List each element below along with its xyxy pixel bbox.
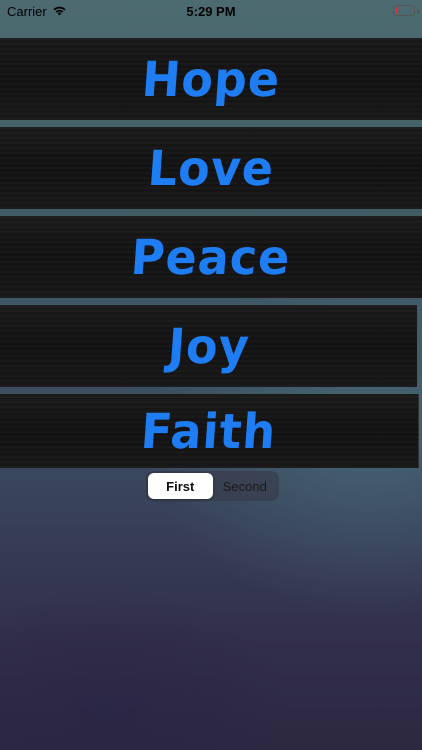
status-bar: Carrier 5:29 PM: [0, 0, 422, 22]
word-row-faith[interactable]: Faith: [0, 394, 419, 468]
word-label: Hope: [139, 50, 283, 108]
segment-second[interactable]: Second: [213, 473, 278, 499]
status-time: 5:29 PM: [186, 4, 236, 19]
word-row-peace[interactable]: Peace: [0, 216, 422, 298]
word-label: Love: [145, 139, 277, 197]
word-label: Faith: [139, 402, 279, 460]
word-row-joy[interactable]: Joy: [0, 305, 418, 387]
battery-cap: [417, 9, 419, 14]
segmented-control: First Second: [146, 471, 279, 501]
battery-icon: [393, 5, 415, 16]
word-label: Peace: [129, 228, 293, 286]
segment-first[interactable]: First: [148, 473, 213, 499]
word-label: Joy: [165, 317, 252, 375]
word-row-love[interactable]: Love: [0, 127, 422, 209]
word-row-hope[interactable]: Hope: [0, 38, 422, 120]
word-list: Hope Love Peace Joy Faith: [0, 38, 422, 468]
battery-level: [395, 7, 398, 14]
